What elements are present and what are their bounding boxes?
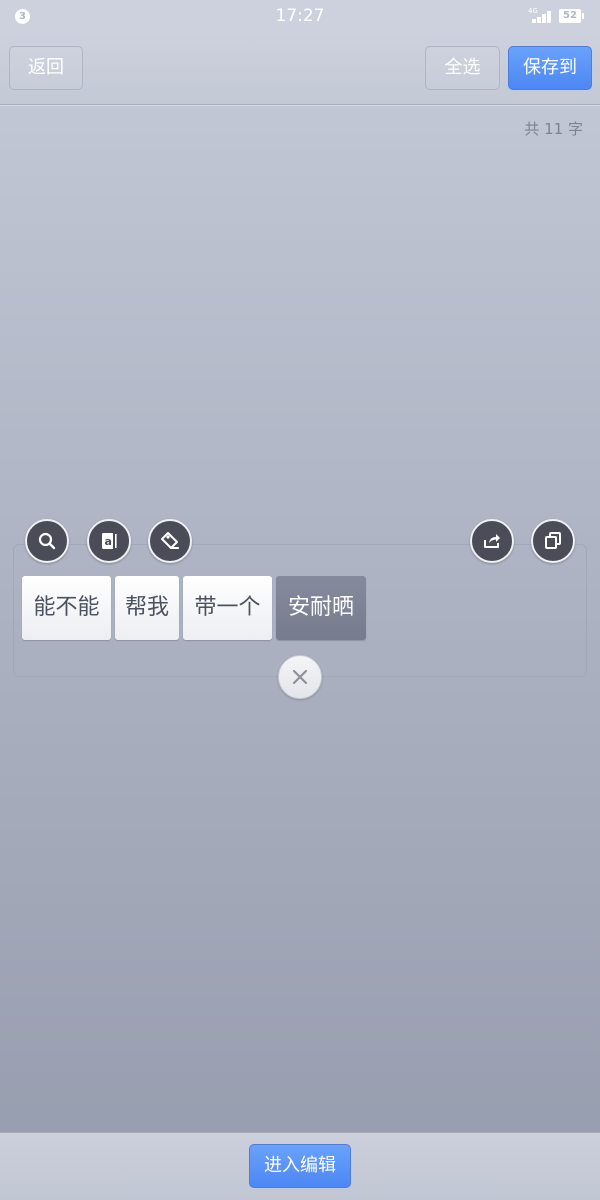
dictionary-icon: a: [102, 533, 117, 549]
character-count: 共 11 字: [524, 120, 583, 138]
top-bar: 返回 全选 保存到: [0, 32, 600, 105]
status-time: 17:27: [275, 6, 325, 26]
token-item[interactable]: 带一个: [183, 576, 272, 640]
back-button[interactable]: 返回: [9, 46, 83, 90]
bottom-bar: 进入编辑: [0, 1132, 600, 1200]
token-item-selected[interactable]: 安耐晒: [276, 576, 366, 640]
search-button[interactable]: [25, 519, 69, 563]
close-button[interactable]: [278, 655, 322, 699]
signal-icon: [532, 10, 554, 23]
copy-button[interactable]: [531, 519, 575, 563]
tag-button[interactable]: [148, 519, 192, 563]
copy-icon: [545, 532, 561, 549]
tag-icon: [161, 532, 179, 549]
share-icon: [484, 534, 500, 548]
svg-text:a: a: [104, 535, 111, 548]
search-icon: [38, 532, 56, 550]
share-button[interactable]: [470, 519, 514, 563]
save-to-button[interactable]: 保存到: [508, 46, 592, 90]
enter-edit-button[interactable]: 进入编辑: [249, 1144, 351, 1188]
token-item[interactable]: 能不能: [22, 576, 111, 640]
select-all-button[interactable]: 全选: [425, 46, 500, 90]
close-icon: [292, 669, 308, 685]
dictionary-button[interactable]: a: [87, 519, 131, 563]
battery-icon: 52: [559, 9, 584, 23]
status-bar: 3 17:27 4G 52: [0, 0, 600, 32]
token-item[interactable]: 帮我: [115, 576, 179, 640]
